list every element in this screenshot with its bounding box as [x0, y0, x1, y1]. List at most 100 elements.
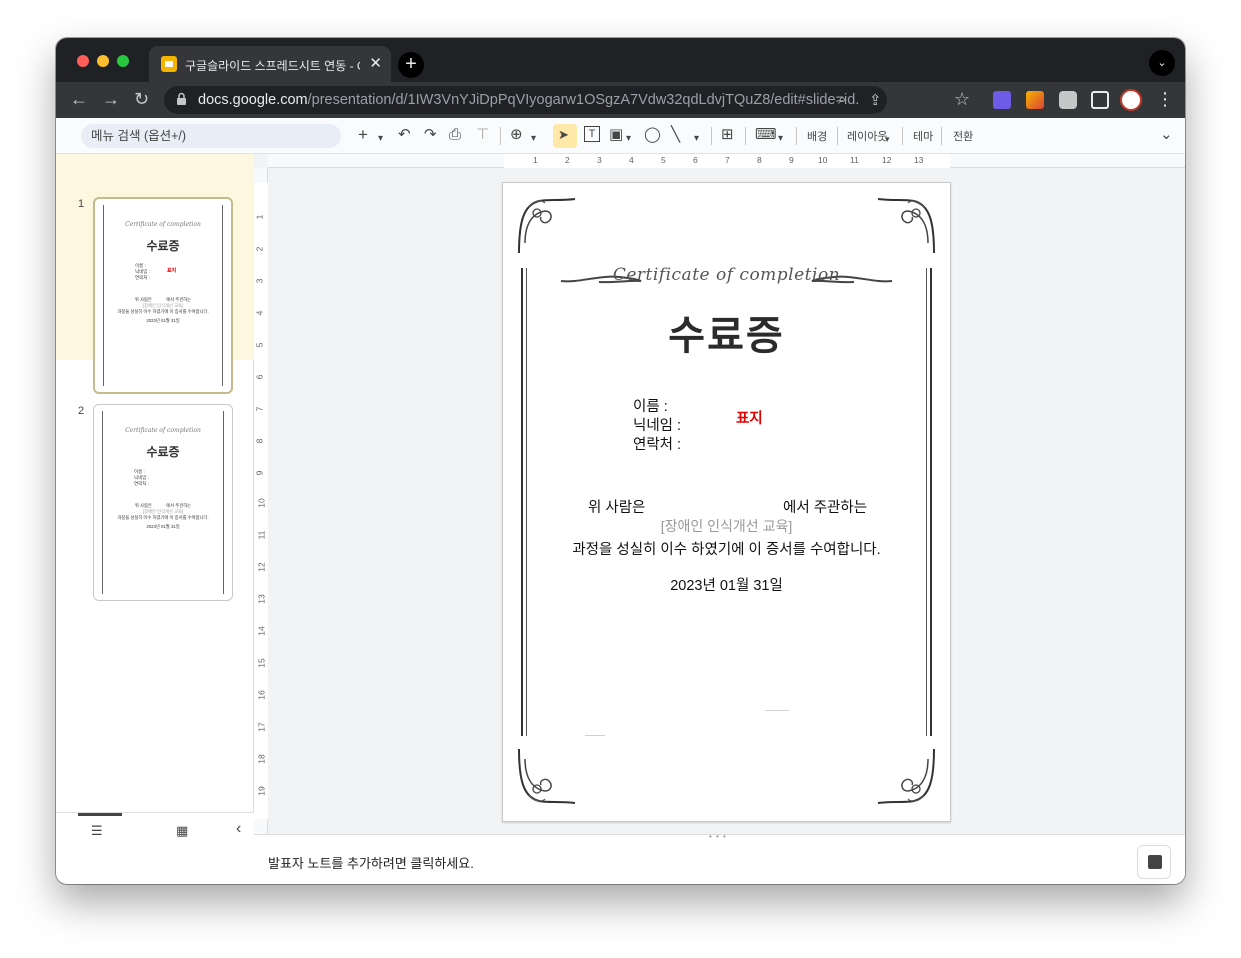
layout-caret-icon[interactable]: ▾: [885, 130, 890, 148]
ruler-label: 8: [254, 438, 265, 444]
new-slide-button[interactable]: +: [358, 126, 368, 144]
issue-date[interactable]: 2023년 01월 31일: [503, 574, 950, 595]
undo-icon[interactable]: ↶: [398, 126, 411, 144]
comment-icon[interactable]: ⊞: [721, 126, 734, 144]
active-view-indicator: [78, 813, 122, 816]
assist-sparkle-icon[interactable]: [1137, 845, 1171, 879]
share-icon[interactable]: ⇪: [869, 91, 882, 109]
completion-statement[interactable]: 과정을 성실히 이수 하였기에 이 증서를 수여합니다.: [503, 538, 950, 559]
ruler-label: 4: [629, 155, 634, 165]
zoom-icon[interactable]: ⌕: [838, 91, 846, 108]
speaker-notes-placeholder[interactable]: 발표자 노트를 추가하려면 클릭하세요.: [268, 853, 474, 872]
profile-avatar[interactable]: [1120, 89, 1142, 111]
print-icon[interactable]: ⎙: [449, 126, 461, 144]
zoom-caret-icon[interactable]: ▾: [531, 130, 536, 148]
forward-icon[interactable]: →: [102, 89, 120, 110]
ruler-label: 13: [914, 155, 924, 165]
tab-strip: 구글슬라이드 스프레드시트 연동 - Google Slides ✕ + ⌄: [56, 38, 1185, 82]
filmstrip-view-icon[interactable]: ☰: [91, 823, 103, 839]
thumbnail-script-title: Certificate of completion: [125, 427, 201, 434]
body-line-recipient[interactable]: 위 사람은: [588, 496, 645, 517]
bookmark-star-icon[interactable]: ☆: [954, 89, 970, 110]
contact-field-label[interactable]: 연락처 :: [633, 433, 681, 454]
toolbar-divider: [837, 127, 838, 145]
ruler-label: 2: [254, 246, 265, 252]
menu-search-input[interactable]: 메뉴 검색 (옵션+/): [81, 124, 341, 148]
ruler-label: 4: [254, 310, 265, 316]
paint-format-icon[interactable]: ⊤: [476, 126, 489, 144]
new-tab-button[interactable]: +: [398, 52, 424, 78]
address-bar[interactable]: docs.google.com/presentation/d/1IW3VnYJi…: [164, 86, 887, 114]
ruler-label: 13: [256, 594, 267, 604]
name-field-label[interactable]: 이름 :: [633, 395, 668, 416]
zoom-tool-icon[interactable]: ⊕: [510, 126, 523, 144]
grid-view-icon[interactable]: ▦: [176, 823, 188, 839]
speaker-notes-panel[interactable]: • • • 발표자 노트를 추가하려면 클릭하세요.: [254, 832, 1185, 884]
transition-button[interactable]: 전환: [953, 128, 973, 144]
select-tool-icon[interactable]: ➤: [558, 126, 569, 144]
ruler-label: 11: [850, 155, 859, 165]
url-path: /presentation/d/1IW3VnYJiDpPqVIyogarw1OS…: [307, 92, 858, 108]
ruler-label: 5: [254, 342, 265, 348]
browser-tab-active[interactable]: 구글슬라이드 스프레드시트 연동 - Google Slides ✕: [149, 46, 391, 82]
recipient-name[interactable]: 표지: [736, 407, 763, 428]
course-name[interactable]: [장애인 인식개선 교육]: [503, 516, 950, 536]
keyboard-icon[interactable]: ⌨: [755, 126, 777, 144]
close-window-button[interactable]: [77, 55, 89, 67]
toolbar-divider: [745, 127, 746, 145]
back-icon[interactable]: ←: [70, 89, 88, 110]
ruler-label: 15: [256, 658, 267, 668]
redo-icon[interactable]: ↷: [424, 126, 437, 144]
horizontal-ruler[interactable]: 1 2 3 4 5 6 7 8 9 10 11 12 13: [268, 154, 1185, 168]
collapse-toolbar-icon[interactable]: ⌄: [1160, 126, 1173, 144]
image-icon[interactable]: ▣: [609, 126, 623, 144]
nickname-field-label[interactable]: 닉네임 :: [633, 414, 681, 435]
vertical-ruler[interactable]: 1 2 3 4 5 6 7 8 9 10 11 12 13 14 15 16 1…: [254, 168, 268, 834]
ruler-label: 18: [256, 754, 267, 764]
ruler-label: 12: [882, 155, 892, 165]
background-button[interactable]: 배경: [807, 128, 827, 144]
notes-resize-grip[interactable]: • • •: [709, 832, 727, 841]
body-line-organizer[interactable]: 에서 주관하는: [783, 496, 867, 517]
line-caret-icon[interactable]: ▾: [694, 130, 699, 148]
extension-d-icon[interactable]: [993, 91, 1011, 109]
input-tools-caret-icon[interactable]: ▾: [778, 130, 783, 148]
thumbnail-body: 위 사람은 에서 주관하는 [장애인 인식개선 교육] 과정을 성실히 이수 하…: [117, 297, 209, 323]
shape-icon[interactable]: ◯: [644, 126, 661, 144]
certificate-script-title[interactable]: Certificate of completion: [503, 265, 950, 285]
theme-button[interactable]: 테마: [913, 128, 933, 144]
extension-pen-icon[interactable]: [1026, 91, 1044, 109]
new-slide-caret-icon[interactable]: ▾: [378, 130, 383, 148]
minimize-window-button[interactable]: [97, 55, 109, 67]
url-host: docs.google.com: [198, 92, 308, 108]
image-caret-icon[interactable]: ▾: [626, 130, 631, 148]
layout-button[interactable]: 레이아웃: [847, 128, 887, 144]
line-icon[interactable]: ╲: [671, 126, 680, 144]
slide-canvas[interactable]: Certificate of completion 수료증 이름 : 닉네임 :…: [502, 182, 951, 822]
thumbnail-red-name: 표지: [167, 268, 177, 274]
slide-thumbnail-2[interactable]: Certificate of completion 수료증 이름 : 닉네임 :연…: [93, 404, 233, 601]
ruler-label: 17: [256, 722, 267, 732]
signature-line: [585, 735, 605, 736]
reload-icon[interactable]: ↻: [134, 89, 149, 110]
ruler-label: 7: [254, 406, 265, 412]
tab-search-button[interactable]: ⌄: [1149, 50, 1175, 76]
certificate-title[interactable]: 수료증: [503, 303, 950, 361]
tab-close-icon[interactable]: ✕: [369, 54, 382, 72]
browser-menu-icon[interactable]: ⋮: [1156, 89, 1174, 110]
extensions-puzzle-icon[interactable]: [1059, 91, 1077, 109]
toolbar-divider: [902, 127, 903, 145]
hide-filmstrip-icon[interactable]: ‹: [236, 820, 241, 838]
toolbar-divider: [941, 127, 942, 145]
url-text: docs.google.com/presentation/d/1IW3VnYJi…: [198, 92, 858, 108]
ruler-label: 8: [757, 155, 762, 165]
side-panel-icon[interactable]: [1091, 91, 1109, 109]
textbox-icon[interactable]: T: [584, 126, 600, 142]
thumbnail-body: 위 사람은 에서 주관하는 [장애인 인식개선 교육] 과정을 성실히 이수 하…: [117, 503, 209, 529]
ruler-label: 1: [254, 214, 265, 220]
filmstrip-footer: ☰ ▦ ‹: [56, 812, 254, 848]
slide-number: 1: [78, 198, 85, 210]
slide-filmstrip: 1 Certificate of completion 수료증 이름 : 닉네임 …: [56, 154, 254, 848]
slide-thumbnail-1[interactable]: Certificate of completion 수료증 이름 : 닉네임 :연…: [93, 197, 233, 394]
maximize-window-button[interactable]: [117, 55, 129, 67]
